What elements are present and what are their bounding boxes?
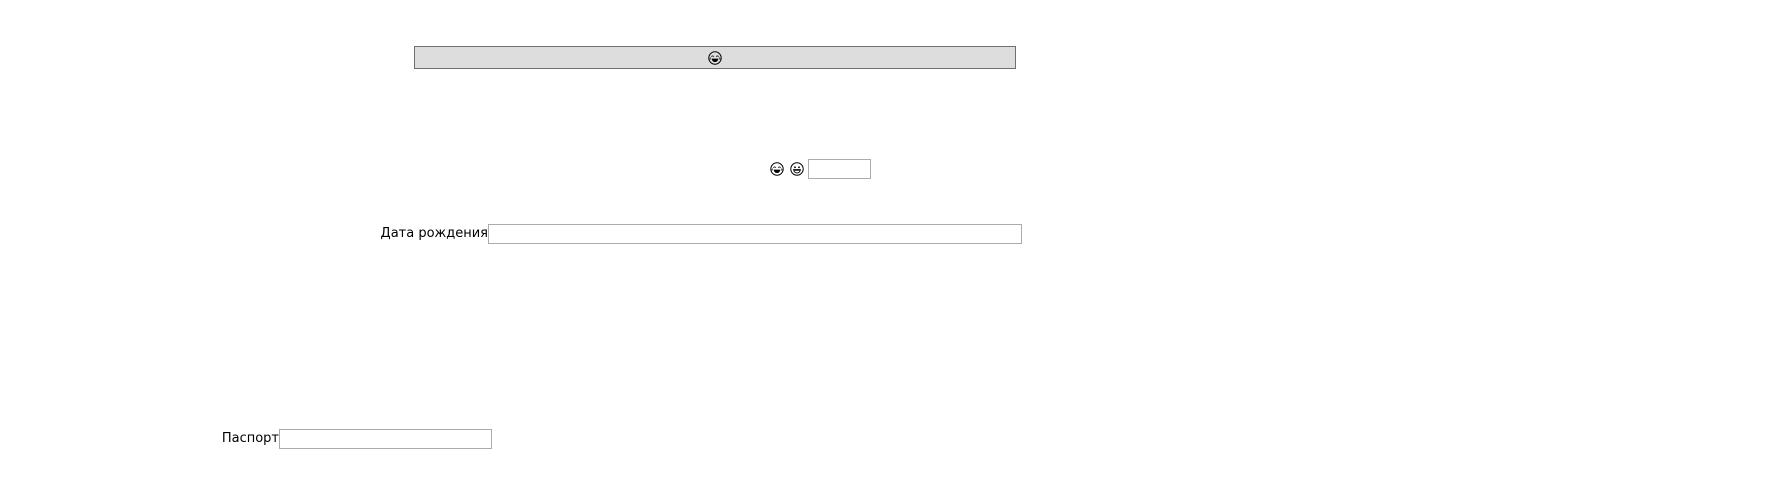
passport-input[interactable] bbox=[279, 429, 492, 449]
grinning-face-icon bbox=[790, 162, 804, 176]
emoji-text-input[interactable] bbox=[808, 159, 871, 179]
passport-label: Паспорт bbox=[221, 431, 279, 446]
birth-date-label: Дата рождения bbox=[380, 226, 488, 241]
grinning-face-with-tears-icon bbox=[770, 162, 784, 176]
birth-date-input[interactable] bbox=[488, 224, 1022, 244]
grinning-face-with-tears-icon bbox=[708, 50, 722, 65]
emoji-button[interactable] bbox=[414, 46, 1016, 69]
emoji-row bbox=[770, 159, 810, 179]
